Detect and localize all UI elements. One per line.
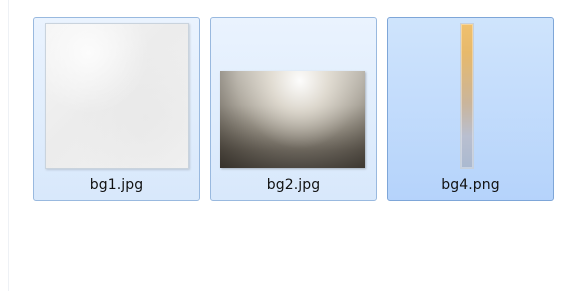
image-thumbnail-bg4 (460, 23, 474, 169)
image-thumbnail-bg2 (220, 71, 365, 168)
image-thumbnail-bg1 (45, 23, 189, 169)
file-name-label: bg2.jpg (266, 177, 321, 193)
file-name-label: bg4.png (441, 177, 500, 193)
file-item-bg4[interactable]: bg4.png (387, 17, 554, 201)
file-item-bg2[interactable]: bg2.jpg (210, 17, 377, 201)
file-name-label: bg1.jpg (89, 177, 144, 193)
pane-divider (8, 0, 9, 291)
file-item-bg1[interactable]: bg1.jpg (33, 17, 200, 201)
file-browser-pane: bg1.jpg bg2.jpg bg4.png (0, 0, 564, 291)
